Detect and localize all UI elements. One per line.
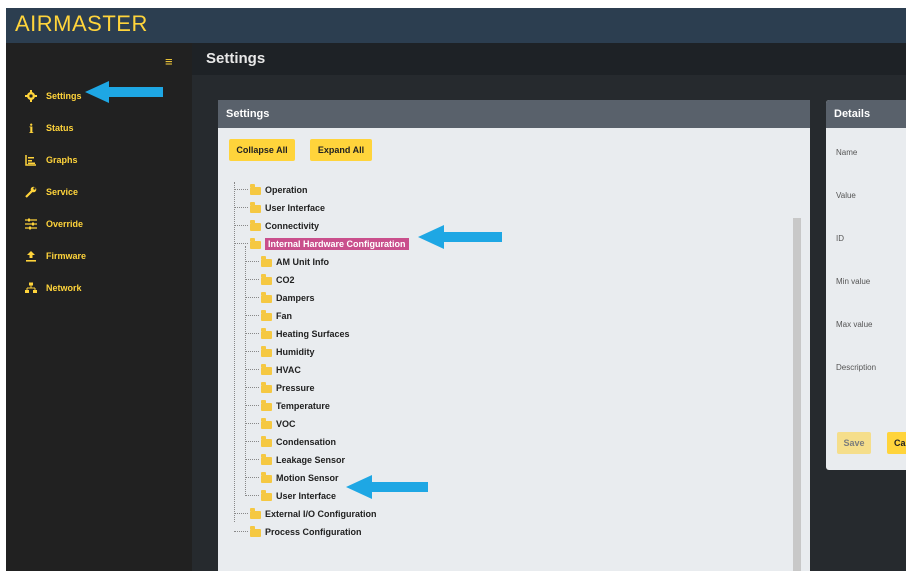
- folder-open-icon: [250, 238, 261, 249]
- tree-child-node[interactable]: Pressure: [245, 380, 315, 396]
- tree-child-node[interactable]: CO2: [245, 272, 295, 288]
- folder-icon: [261, 346, 272, 357]
- sidebar-item-label: Override: [46, 219, 84, 229]
- sidebar-item-label: Settings: [46, 91, 82, 101]
- cancel-button[interactable]: Ca: [887, 432, 906, 454]
- folder-icon: [261, 454, 272, 465]
- folder-icon: [261, 274, 272, 285]
- details-description-label: Description: [836, 363, 877, 372]
- folder-icon: [261, 382, 272, 393]
- details-name-label: Name: [836, 148, 858, 157]
- settings-panel-title: Settings: [218, 100, 810, 128]
- tree-node-connectivity[interactable]: Connectivity: [234, 218, 319, 234]
- sidebar-item-status[interactable]: i Status: [6, 112, 192, 144]
- details-min-value-label: Min value: [836, 277, 871, 286]
- folder-icon: [261, 418, 272, 429]
- collapse-all-button[interactable]: Collapse All: [229, 139, 295, 161]
- sidebar-nav: Settings i Status Graphs Service Overrid…: [6, 80, 192, 304]
- folder-icon: [250, 202, 261, 213]
- details-panel-title: Details: [826, 100, 906, 128]
- tree-node-user-interface[interactable]: User Interface: [234, 200, 325, 216]
- hamburger-icon[interactable]: ≡: [165, 54, 173, 69]
- details-panel: Details Name Value ID Min value Max valu…: [826, 100, 906, 470]
- tree-scrollbar[interactable]: [793, 218, 801, 571]
- upload-icon: [24, 249, 38, 263]
- sidebar-item-override[interactable]: Override: [6, 208, 192, 240]
- chart-icon: [24, 153, 38, 167]
- sidebar-item-network[interactable]: Network: [6, 272, 192, 304]
- tree-child-node[interactable]: Condensation: [245, 434, 336, 450]
- folder-icon: [250, 184, 261, 195]
- info-icon: i: [24, 121, 38, 135]
- sidebar-item-label: Status: [46, 123, 74, 133]
- folder-icon: [261, 328, 272, 339]
- sidebar-item-label: Graphs: [46, 155, 78, 165]
- app-window: AIRMASTER ≡ Settings i Status Graphs Ser…: [6, 8, 906, 571]
- gear-icon: [24, 89, 38, 103]
- folder-icon: [261, 310, 272, 321]
- tree-child-node[interactable]: HVAC: [245, 362, 301, 378]
- main-content: Settings Settings Collapse All Expand Al…: [192, 43, 906, 571]
- expand-all-button[interactable]: Expand All: [310, 139, 372, 161]
- sidebar-item-graphs[interactable]: Graphs: [6, 144, 192, 176]
- folder-icon: [261, 292, 272, 303]
- wrench-icon: [24, 185, 38, 199]
- sliders-icon: [24, 217, 38, 231]
- tree-child-node[interactable]: Dampers: [245, 290, 315, 306]
- annotation-arrow-icon: [85, 81, 163, 103]
- tree-node-internal-hardware-configuration[interactable]: Internal Hardware Configuration: [234, 236, 409, 252]
- tree-child-node[interactable]: Heating Surfaces: [245, 326, 350, 342]
- save-button[interactable]: Save: [837, 432, 871, 454]
- folder-icon: [261, 490, 272, 501]
- tree-child-node[interactable]: Temperature: [245, 398, 330, 414]
- page-title: Settings: [206, 50, 266, 67]
- folder-icon: [261, 472, 272, 483]
- folder-icon: [250, 526, 261, 537]
- tree-node-external-io-configuration[interactable]: External I/O Configuration: [234, 506, 377, 522]
- folder-icon: [261, 400, 272, 411]
- page-header: Settings: [192, 43, 906, 75]
- details-value-label: Value: [836, 191, 856, 200]
- tree-child-node[interactable]: Fan: [245, 308, 292, 324]
- sidebar: ≡ Settings i Status Graphs Service Overr…: [6, 43, 192, 571]
- annotation-arrow-icon: [346, 475, 428, 499]
- tree-child-node[interactable]: Leakage Sensor: [245, 452, 345, 468]
- folder-icon: [261, 256, 272, 267]
- folder-icon: [261, 436, 272, 447]
- folder-icon: [261, 364, 272, 375]
- network-icon: [24, 281, 38, 295]
- settings-panel: Settings Collapse All Expand All Operati…: [218, 100, 810, 571]
- tree-child-node[interactable]: VOC: [245, 416, 296, 432]
- sidebar-item-label: Firmware: [46, 251, 87, 261]
- svg-text:i: i: [29, 122, 34, 134]
- tree-node-operation[interactable]: Operation: [234, 182, 308, 198]
- sidebar-item-label: Network: [46, 283, 82, 293]
- tree-child-node[interactable]: User Interface: [245, 488, 336, 504]
- tree-node-process-configuration[interactable]: Process Configuration: [234, 524, 362, 540]
- brand-bar: AIRMASTER: [6, 8, 906, 43]
- sidebar-item-service[interactable]: Service: [6, 176, 192, 208]
- details-max-value-label: Max value: [836, 320, 873, 329]
- sidebar-item-label: Service: [46, 187, 79, 197]
- details-id-label: ID: [836, 234, 844, 243]
- brand-logo: AIRMASTER: [15, 11, 148, 36]
- tree-child-node[interactable]: AM Unit Info: [245, 254, 329, 270]
- folder-icon: [250, 508, 261, 519]
- folder-icon: [250, 220, 261, 231]
- tree-child-node[interactable]: Motion Sensor: [245, 470, 339, 486]
- sidebar-item-firmware[interactable]: Firmware: [6, 240, 192, 272]
- tree-child-node[interactable]: Humidity: [245, 344, 315, 360]
- annotation-arrow-icon: [418, 225, 502, 249]
